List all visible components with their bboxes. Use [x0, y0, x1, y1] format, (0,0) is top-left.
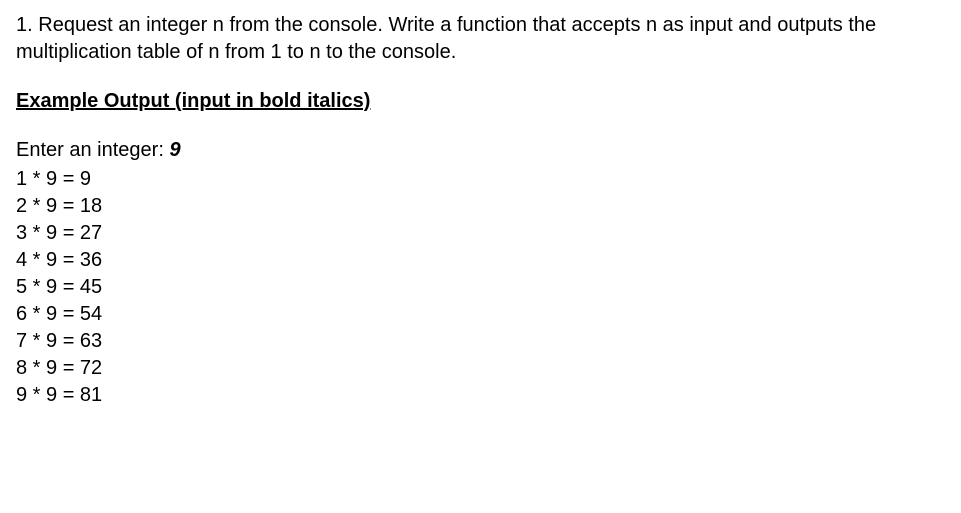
- question-number: 1.: [16, 14, 33, 36]
- output-line: 4 * 9 = 36: [16, 247, 945, 274]
- output-line: 1 * 9 = 9: [16, 166, 945, 193]
- output-line: 5 * 9 = 45: [16, 274, 945, 301]
- output-line: 2 * 9 = 18: [16, 193, 945, 220]
- output-line: 8 * 9 = 72: [16, 355, 945, 382]
- output-line: 7 * 9 = 63: [16, 328, 945, 355]
- prompt-input: 9: [169, 139, 180, 161]
- example-heading: Example Output (input in bold italics): [16, 88, 945, 115]
- output-line: 6 * 9 = 54: [16, 301, 945, 328]
- question-block: 1. Request an integer n from the console…: [16, 12, 945, 66]
- output-block: 1 * 9 = 9 2 * 9 = 18 3 * 9 = 27 4 * 9 = …: [16, 166, 945, 409]
- question-text: Request an integer n from the console. W…: [16, 14, 876, 63]
- output-line: 3 * 9 = 27: [16, 220, 945, 247]
- prompt-line: Enter an integer: 9: [16, 137, 945, 164]
- output-line: 9 * 9 = 81: [16, 382, 945, 409]
- prompt-label: Enter an integer:: [16, 139, 169, 161]
